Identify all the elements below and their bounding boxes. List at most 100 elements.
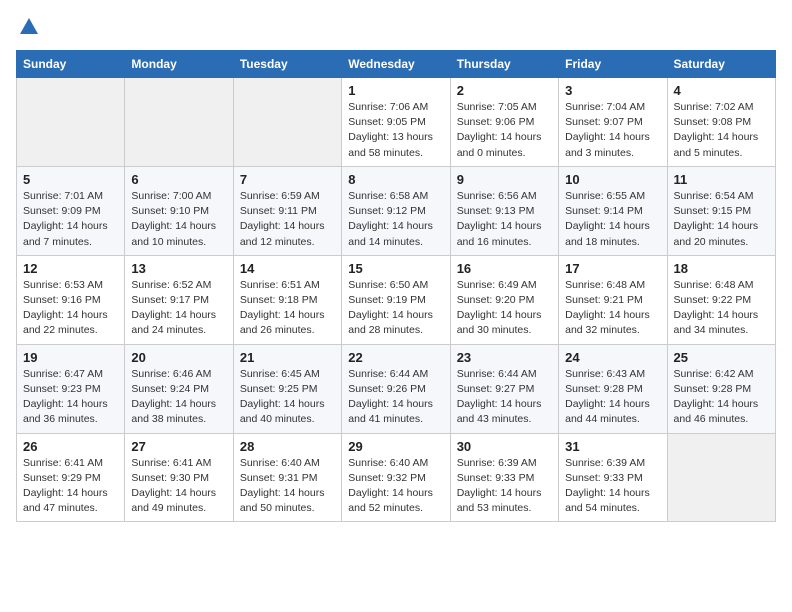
day-info: Sunrise: 6:44 AMSunset: 9:27 PMDaylight:…	[457, 367, 552, 428]
calendar-cell: 17Sunrise: 6:48 AMSunset: 9:21 PMDayligh…	[559, 255, 667, 344]
calendar-cell: 11 Sunrise: 6:54 AMSunset: 9:15 PMDayligh…	[667, 166, 775, 255]
day-number: 6	[131, 172, 226, 187]
calendar-week-row: 5 Sunrise: 7:01 AMSunset: 9:09 PMDaylight…	[17, 166, 776, 255]
calendar-cell: 27 Sunrise: 6:41 AMSunset: 9:30 PMDayligh…	[125, 433, 233, 522]
weekday-header-friday: Friday	[559, 51, 667, 78]
day-info: Sunrise: 6:56 AMSunset: 9:13 PMDaylight:…	[457, 189, 552, 250]
day-info: Sunrise: 7:00 AMSunset: 9:10 PMDaylight:…	[131, 189, 226, 250]
calendar-cell	[125, 78, 233, 167]
day-number: 17	[565, 261, 660, 276]
calendar-cell: 10Sunrise: 6:55 AMSunset: 9:14 PMDayligh…	[559, 166, 667, 255]
day-number: 21	[240, 350, 335, 365]
day-info: Sunrise: 6:53 AMSunset: 9:16 PMDaylight:…	[23, 278, 118, 339]
day-info: Sunrise: 6:49 AMSunset: 9:20 PMDaylight:…	[457, 278, 552, 339]
day-info: Sunrise: 6:39 AMSunset: 9:33 PMDaylight:…	[565, 456, 660, 517]
day-number: 7	[240, 172, 335, 187]
calendar-cell: 25 Sunrise: 6:42 AMSunset: 9:28 PMDayligh…	[667, 344, 775, 433]
calendar-cell: 14Sunrise: 6:51 AMSunset: 9:18 PMDayligh…	[233, 255, 341, 344]
calendar-cell: 9 Sunrise: 6:56 AMSunset: 9:13 PMDaylight…	[450, 166, 558, 255]
day-info: Sunrise: 6:47 AMSunset: 9:23 PMDaylight:…	[23, 367, 118, 428]
calendar-cell: 8 Sunrise: 6:58 AMSunset: 9:12 PMDaylight…	[342, 166, 450, 255]
day-number: 9	[457, 172, 552, 187]
day-number: 1	[348, 83, 443, 98]
weekday-header-sunday: Sunday	[17, 51, 125, 78]
calendar-table: SundayMondayTuesdayWednesdayThursdayFrid…	[16, 50, 776, 522]
day-info: Sunrise: 6:44 AMSunset: 9:26 PMDaylight:…	[348, 367, 443, 428]
day-info: Sunrise: 6:40 AMSunset: 9:31 PMDaylight:…	[240, 456, 335, 517]
day-info: Sunrise: 7:01 AMSunset: 9:09 PMDaylight:…	[23, 189, 118, 250]
day-number: 23	[457, 350, 552, 365]
day-number: 13	[131, 261, 226, 276]
calendar-body: 1 Sunrise: 7:06 AMSunset: 9:05 PMDaylight…	[17, 78, 776, 522]
weekday-header-tuesday: Tuesday	[233, 51, 341, 78]
calendar-cell: 19Sunrise: 6:47 AMSunset: 9:23 PMDayligh…	[17, 344, 125, 433]
day-number: 10	[565, 172, 660, 187]
logo-icon	[18, 16, 40, 38]
calendar-week-row: 1 Sunrise: 7:06 AMSunset: 9:05 PMDaylight…	[17, 78, 776, 167]
calendar-cell: 7 Sunrise: 6:59 AMSunset: 9:11 PMDaylight…	[233, 166, 341, 255]
calendar-cell: 31Sunrise: 6:39 AMSunset: 9:33 PMDayligh…	[559, 433, 667, 522]
calendar-cell: 30Sunrise: 6:39 AMSunset: 9:33 PMDayligh…	[450, 433, 558, 522]
day-info: Sunrise: 6:54 AMSunset: 9:15 PMDaylight:…	[674, 189, 769, 250]
page-header	[16, 16, 776, 38]
calendar-cell: 13 Sunrise: 6:52 AMSunset: 9:17 PMDayligh…	[125, 255, 233, 344]
day-number: 4	[674, 83, 769, 98]
calendar-cell: 23 Sunrise: 6:44 AMSunset: 9:27 PMDayligh…	[450, 344, 558, 433]
weekday-header-row: SundayMondayTuesdayWednesdayThursdayFrid…	[17, 51, 776, 78]
day-number: 11	[674, 172, 769, 187]
day-number: 8	[348, 172, 443, 187]
day-info: Sunrise: 7:02 AMSunset: 9:08 PMDaylight:…	[674, 100, 769, 161]
calendar-cell: 5 Sunrise: 7:01 AMSunset: 9:09 PMDaylight…	[17, 166, 125, 255]
day-info: Sunrise: 6:42 AMSunset: 9:28 PMDaylight:…	[674, 367, 769, 428]
calendar-cell: 18Sunrise: 6:48 AMSunset: 9:22 PMDayligh…	[667, 255, 775, 344]
day-number: 5	[23, 172, 118, 187]
day-number: 14	[240, 261, 335, 276]
calendar-cell: 12Sunrise: 6:53 AMSunset: 9:16 PMDayligh…	[17, 255, 125, 344]
day-number: 16	[457, 261, 552, 276]
day-number: 2	[457, 83, 552, 98]
calendar-cell: 22 Sunrise: 6:44 AMSunset: 9:26 PMDayligh…	[342, 344, 450, 433]
weekday-header-thursday: Thursday	[450, 51, 558, 78]
day-info: Sunrise: 6:39 AMSunset: 9:33 PMDaylight:…	[457, 456, 552, 517]
day-number: 28	[240, 439, 335, 454]
day-info: Sunrise: 6:58 AMSunset: 9:12 PMDaylight:…	[348, 189, 443, 250]
calendar-cell: 6 Sunrise: 7:00 AMSunset: 9:10 PMDaylight…	[125, 166, 233, 255]
day-number: 20	[131, 350, 226, 365]
calendar-cell: 24 Sunrise: 6:43 AMSunset: 9:28 PMDayligh…	[559, 344, 667, 433]
day-info: Sunrise: 6:50 AMSunset: 9:19 PMDaylight:…	[348, 278, 443, 339]
calendar-cell: 20 Sunrise: 6:46 AMSunset: 9:24 PMDayligh…	[125, 344, 233, 433]
calendar-cell: 3 Sunrise: 7:04 AMSunset: 9:07 PMDaylight…	[559, 78, 667, 167]
day-number: 22	[348, 350, 443, 365]
calendar-cell: 29Sunrise: 6:40 AMSunset: 9:32 PMDayligh…	[342, 433, 450, 522]
calendar-cell: 16 Sunrise: 6:49 AMSunset: 9:20 PMDayligh…	[450, 255, 558, 344]
calendar-cell: 2 Sunrise: 7:05 AMSunset: 9:06 PMDaylight…	[450, 78, 558, 167]
day-info: Sunrise: 6:45 AMSunset: 9:25 PMDaylight:…	[240, 367, 335, 428]
calendar-cell	[17, 78, 125, 167]
weekday-header-saturday: Saturday	[667, 51, 775, 78]
day-info: Sunrise: 6:43 AMSunset: 9:28 PMDaylight:…	[565, 367, 660, 428]
day-number: 24	[565, 350, 660, 365]
logo	[16, 16, 40, 38]
day-number: 3	[565, 83, 660, 98]
day-info: Sunrise: 6:52 AMSunset: 9:17 PMDaylight:…	[131, 278, 226, 339]
day-info: Sunrise: 7:05 AMSunset: 9:06 PMDaylight:…	[457, 100, 552, 161]
day-number: 25	[674, 350, 769, 365]
day-info: Sunrise: 6:59 AMSunset: 9:11 PMDaylight:…	[240, 189, 335, 250]
day-info: Sunrise: 7:04 AMSunset: 9:07 PMDaylight:…	[565, 100, 660, 161]
calendar-cell	[667, 433, 775, 522]
day-info: Sunrise: 6:41 AMSunset: 9:29 PMDaylight:…	[23, 456, 118, 517]
calendar-week-row: 26Sunrise: 6:41 AMSunset: 9:29 PMDayligh…	[17, 433, 776, 522]
calendar-cell: 21 Sunrise: 6:45 AMSunset: 9:25 PMDayligh…	[233, 344, 341, 433]
calendar-header: SundayMondayTuesdayWednesdayThursdayFrid…	[17, 51, 776, 78]
calendar-cell	[233, 78, 341, 167]
weekday-header-wednesday: Wednesday	[342, 51, 450, 78]
day-number: 27	[131, 439, 226, 454]
day-info: Sunrise: 6:41 AMSunset: 9:30 PMDaylight:…	[131, 456, 226, 517]
weekday-header-monday: Monday	[125, 51, 233, 78]
day-number: 29	[348, 439, 443, 454]
day-info: Sunrise: 7:06 AMSunset: 9:05 PMDaylight:…	[348, 100, 443, 161]
calendar-week-row: 12Sunrise: 6:53 AMSunset: 9:16 PMDayligh…	[17, 255, 776, 344]
calendar-cell: 28 Sunrise: 6:40 AMSunset: 9:31 PMDayligh…	[233, 433, 341, 522]
day-info: Sunrise: 6:46 AMSunset: 9:24 PMDaylight:…	[131, 367, 226, 428]
day-number: 18	[674, 261, 769, 276]
